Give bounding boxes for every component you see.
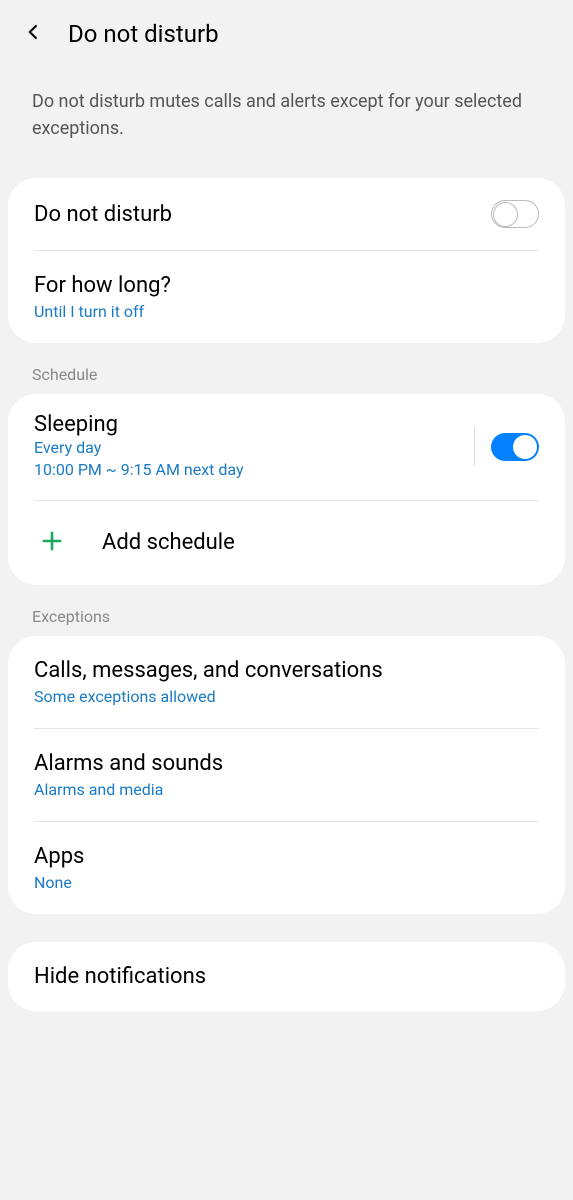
exception-alarms-title: Alarms and sounds — [34, 751, 539, 776]
duration-row[interactable]: For how long? Until I turn it off — [8, 251, 565, 343]
exception-calls-subtitle: Some exceptions allowed — [34, 687, 539, 706]
duration-value: Until I turn it off — [34, 302, 539, 321]
dnd-toggle[interactable] — [491, 200, 539, 228]
schedule-name: Sleeping — [34, 412, 458, 437]
exception-apps-subtitle: None — [34, 873, 539, 892]
schedule-section-header: Schedule — [0, 343, 573, 394]
hide-notifications-row[interactable]: Hide notifications — [8, 942, 565, 1011]
exception-alarms-row[interactable]: Alarms and sounds Alarms and media — [8, 729, 565, 821]
page-title: Do not disturb — [68, 20, 219, 48]
divider-vertical — [474, 428, 475, 466]
exceptions-section-header: Exceptions — [0, 585, 573, 636]
hide-notifications-label: Hide notifications — [34, 964, 206, 989]
exception-calls-title: Calls, messages, and conversations — [34, 658, 539, 683]
add-schedule-label: Add schedule — [102, 530, 235, 555]
schedule-time: 10:00 PM ~ 9:15 AM next day — [34, 459, 458, 481]
exception-calls-row[interactable]: Calls, messages, and conversations Some … — [8, 636, 565, 728]
back-icon[interactable] — [24, 22, 44, 46]
duration-title: For how long? — [34, 273, 539, 298]
schedule-item[interactable]: Sleeping Every day 10:00 PM ~ 9:15 AM ne… — [8, 394, 565, 500]
dnd-toggle-label: Do not disturb — [34, 202, 491, 227]
schedule-toggle[interactable] — [491, 433, 539, 461]
page-description: Do not disturb mutes calls and alerts ex… — [0, 68, 573, 178]
exception-apps-row[interactable]: Apps None — [8, 822, 565, 914]
dnd-toggle-row[interactable]: Do not disturb — [8, 178, 565, 250]
add-schedule-button[interactable]: Add schedule — [8, 501, 565, 585]
exception-alarms-subtitle: Alarms and media — [34, 780, 539, 799]
schedule-days: Every day — [34, 437, 458, 459]
exception-apps-title: Apps — [34, 844, 539, 869]
plus-icon — [34, 527, 66, 559]
